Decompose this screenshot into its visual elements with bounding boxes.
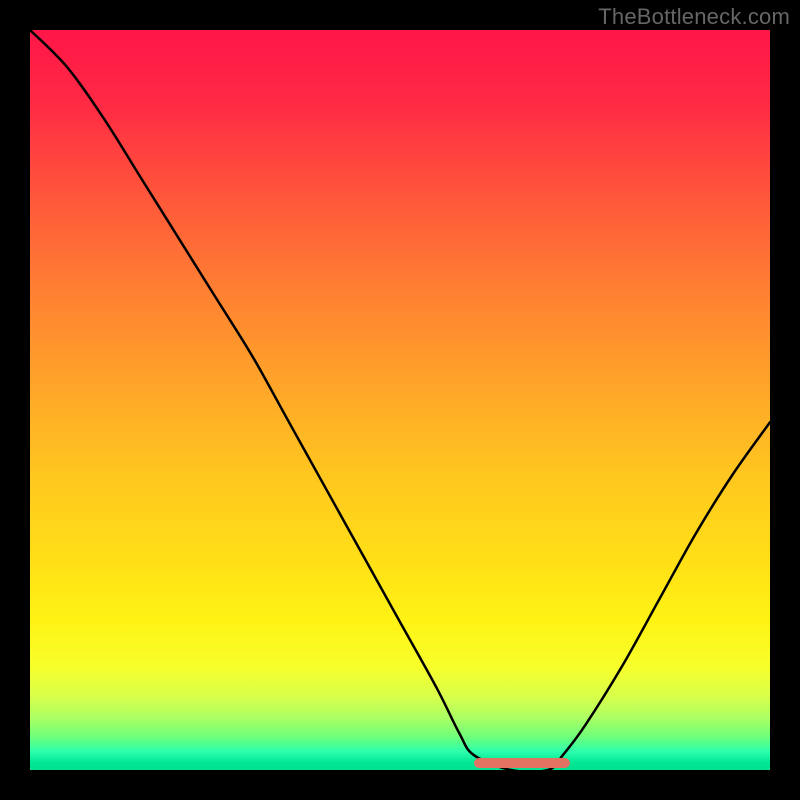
bottleneck-curve bbox=[30, 30, 770, 770]
plot-area bbox=[30, 30, 770, 770]
watermark-text: TheBottleneck.com bbox=[598, 4, 790, 30]
chart-frame: TheBottleneck.com bbox=[0, 0, 800, 800]
optimal-range-marker bbox=[474, 758, 570, 768]
